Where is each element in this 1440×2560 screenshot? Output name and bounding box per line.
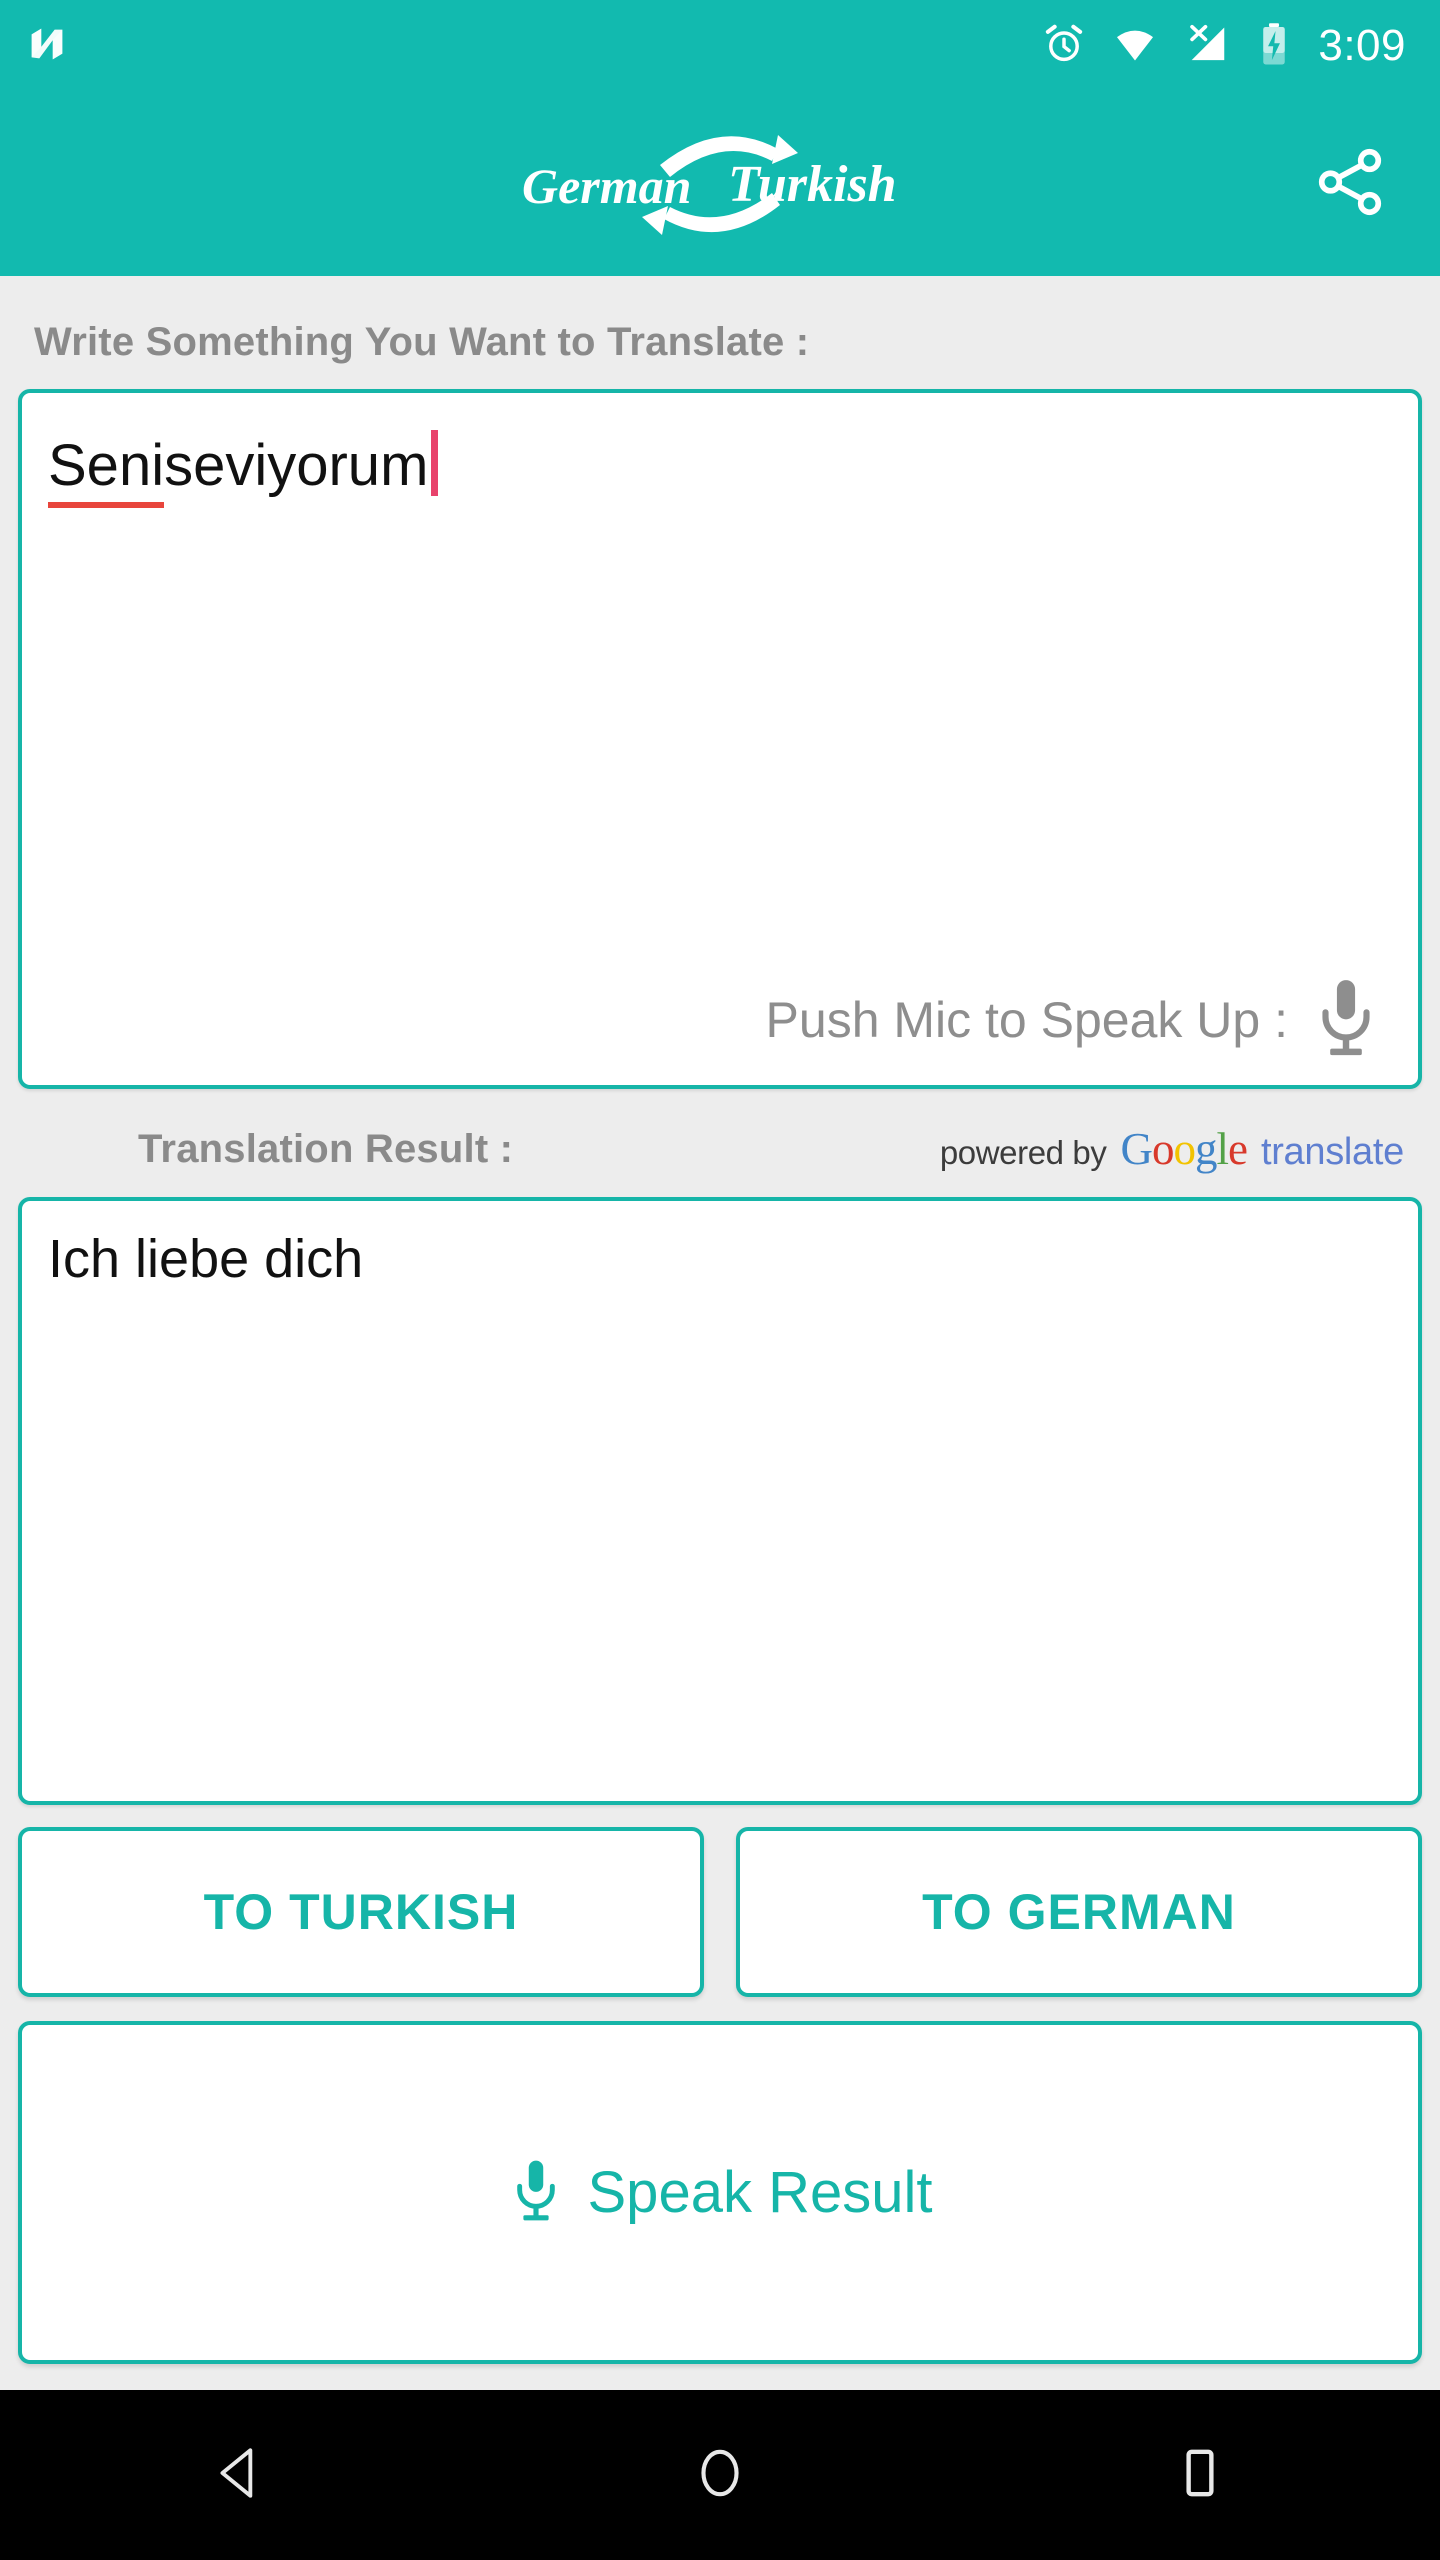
google-logo-letter-2: o: [1173, 1124, 1195, 1174]
battery-charging-icon: [1256, 21, 1292, 72]
to-turkish-button[interactable]: TO TURKISH: [18, 1827, 704, 1997]
google-translate-word: translate: [1260, 1131, 1404, 1173]
android-navigation-bar: [0, 2390, 1440, 2560]
text-cursor: [431, 430, 439, 496]
share-button[interactable]: [1304, 138, 1396, 230]
speak-result-button-label: Speak Result: [587, 2160, 933, 2225]
content-bottom-spacer: [18, 2364, 1422, 2390]
translate-input-box[interactable]: Seni seviyorum Push Mic to Speak Up :: [18, 389, 1422, 1089]
google-logo: Google: [1120, 1123, 1247, 1175]
google-logo-letter-4: l: [1216, 1124, 1228, 1174]
input-text-rest: seviyorum: [164, 433, 429, 498]
recents-square-icon: [1169, 2442, 1231, 2509]
google-logo-letter-1: o: [1151, 1124, 1174, 1174]
nav-back-button[interactable]: [150, 2390, 330, 2560]
status-bar: 3:09: [0, 0, 1440, 92]
translation-result-value: Ich liebe dich: [48, 1229, 364, 1289]
share-icon: [1311, 143, 1389, 226]
status-bar-right-icons: 3:09: [1042, 21, 1406, 72]
language-button-row: TO TURKISH TO GERMAN: [18, 1827, 1422, 1997]
status-bar-clock: 3:09: [1318, 21, 1406, 70]
powered-by-text: powered by: [939, 1134, 1107, 1171]
app-logo: German Turkish: [510, 109, 930, 259]
android-nougat-n-icon: [24, 21, 70, 72]
app-logo-left-word: German: [522, 158, 691, 214]
microphone-icon: [508, 2157, 564, 2228]
app-bar: German Turkish: [0, 92, 1440, 276]
translation-result-box[interactable]: Ich liebe dich: [18, 1197, 1422, 1805]
misspelled-word: Seni: [48, 433, 165, 508]
nav-recents-button[interactable]: [1110, 2390, 1290, 2560]
back-triangle-icon: [209, 2442, 271, 2509]
app-logo-right-word: Turkish: [728, 156, 897, 213]
result-label-row: Translation Result : powered by Google t…: [18, 1123, 1422, 1175]
google-logo-letter-5: e: [1227, 1124, 1248, 1174]
result-section-label: Translation Result :: [138, 1126, 514, 1171]
speak-result-button[interactable]: Speak Result: [18, 2021, 1422, 2364]
google-logo-letter-3: g: [1194, 1124, 1217, 1174]
google-logo-letter-0: G: [1120, 1124, 1152, 1174]
alarm-clock-icon: [1042, 22, 1086, 71]
input-section-label: Write Something You Want to Translate :: [34, 320, 810, 364]
microphone-icon[interactable]: [1310, 976, 1382, 1063]
to-german-button[interactable]: TO GERMAN: [736, 1827, 1422, 1997]
app-logo-graphic: German Turkish: [522, 135, 897, 235]
cellular-no-sim-x-icon: [1184, 21, 1230, 72]
main-content: Write Something You Want to Translate : …: [0, 276, 1440, 2390]
app-root: 3:09 German Turkish Write Something You …: [0, 0, 1440, 2560]
to-turkish-button-label: TO TURKISH: [203, 1884, 519, 1940]
mic-hint-label: Push Mic to Speak Up :: [765, 991, 1288, 1048]
nav-home-button[interactable]: [630, 2390, 810, 2560]
input-text-value: Seni seviyorum: [48, 419, 439, 508]
home-circle-icon: [689, 2442, 751, 2509]
to-german-button-label: TO GERMAN: [922, 1884, 1236, 1940]
powered-by-google-translate: powered by Google translate: [940, 1123, 1404, 1175]
status-bar-left-icons: [24, 21, 70, 72]
wifi-full-icon: [1112, 21, 1158, 72]
mic-hint-row[interactable]: Push Mic to Speak Up :: [766, 976, 1382, 1063]
